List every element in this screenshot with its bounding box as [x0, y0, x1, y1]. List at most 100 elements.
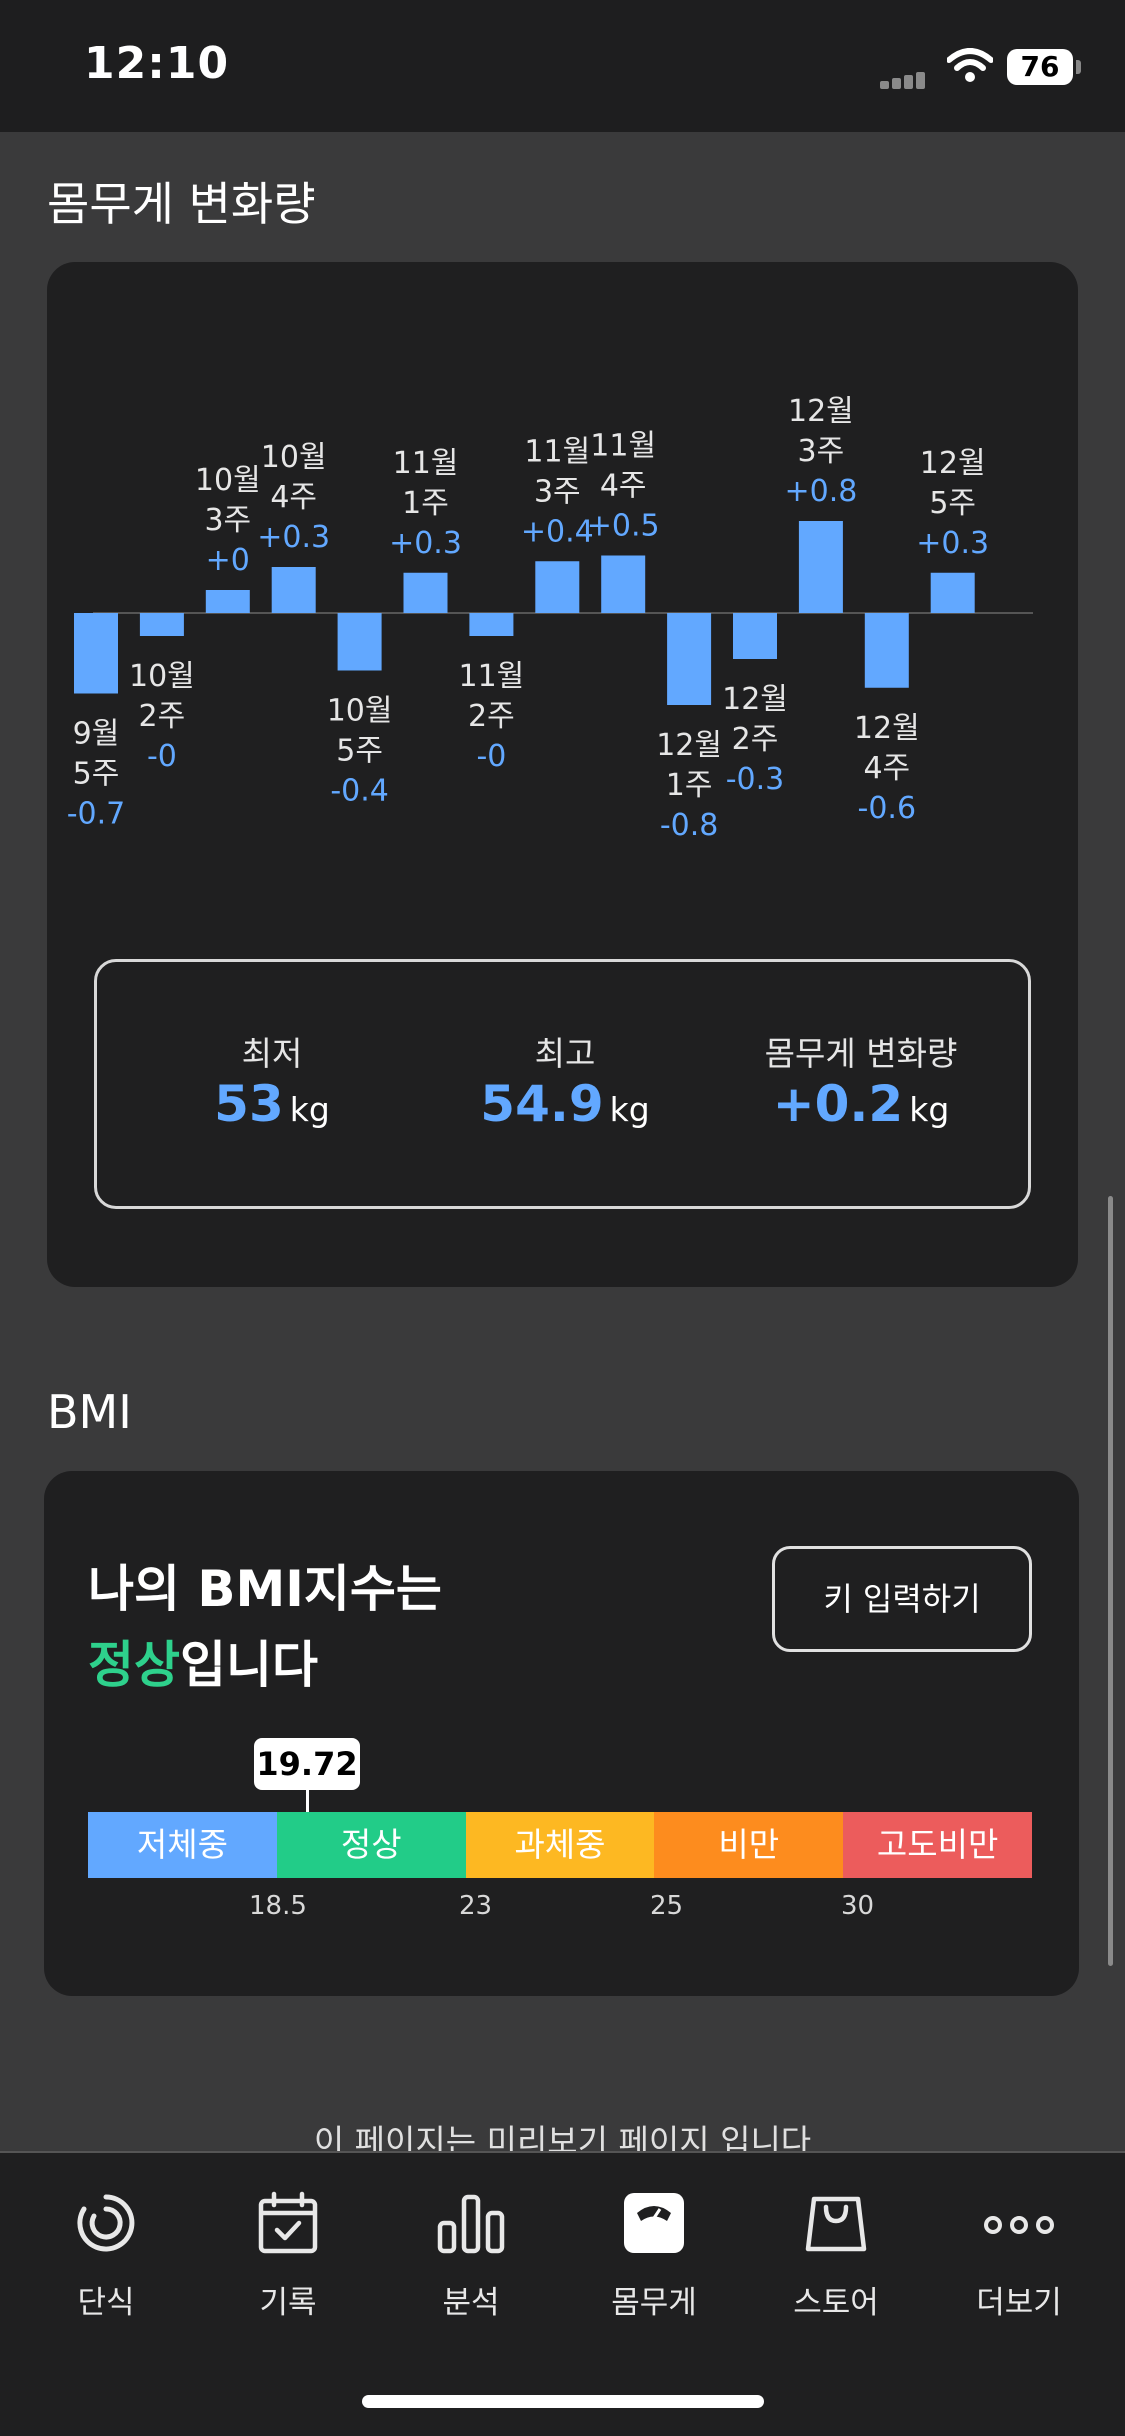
stat-change-unit: kg [909, 1090, 950, 1129]
weight-chart-card: 9월 5주 -0.7 10월 2주 -0 10월 3주 +0 10월 4주 +0.3 10월 5주 -0.4… [47, 262, 1078, 1287]
stat-min: 최저 53 kg [122, 1027, 422, 1133]
tab-record-label: 기록 [259, 2285, 317, 2321]
tab-weight-label: 몸무게 [611, 2285, 697, 2321]
stat-change-value: +0.2 [772, 1075, 904, 1133]
stat-min-value: 53 [214, 1075, 284, 1133]
chart-category-label: 11월 [590, 429, 656, 464]
bmi-card: 나의 BMI지수는 정상입니다 키 입력하기 19.72 저체중 정상 과체중 … [44, 1471, 1079, 1996]
chart-category-label: 1주 [666, 768, 713, 803]
bmi-headline: 나의 BMI지수는 정상입니다 [88, 1551, 442, 1703]
height-input-button[interactable]: 키 입력하기 [772, 1546, 1032, 1652]
weight-change-chart: 9월 5주 -0.7 10월 2주 -0 10월 3주 +0 10월 4주 +0.3 10월 5주 -0.4… [67, 394, 1033, 843]
tab-store[interactable]: 스토어 [756, 2191, 916, 2322]
tab-record[interactable]: 기록 [208, 2191, 368, 2322]
chart-value-label: -0.4 [330, 774, 389, 809]
stat-max: 최고 54.9 kg [415, 1027, 715, 1133]
chart-category-label: 2주 [468, 699, 515, 734]
status-bar: 12:10 76 [0, 0, 1125, 132]
bmi-segment-normal: 정상 [276, 1812, 466, 1878]
bmi-segment-severe-obese: 고도비만 [843, 1812, 1032, 1878]
stat-min-unit: kg [289, 1090, 330, 1129]
chart-category-label: 11월 [393, 446, 459, 481]
chart-bar [205, 590, 250, 613]
home-indicator[interactable] [362, 2395, 764, 2408]
bmi-segment-obese: 비만 [654, 1812, 844, 1878]
bmi-tick: 25 [650, 1891, 684, 1921]
chart-category-label: 5주 [336, 734, 383, 769]
chart-category-label: 2주 [139, 699, 186, 734]
stat-min-label: 최저 [241, 1034, 303, 1073]
chart-value-label: -0.3 [726, 762, 785, 797]
chart-category-label: 12월 [656, 728, 722, 763]
chart-value-label: -0.7 [67, 797, 126, 832]
tab-fasting[interactable]: 단식 [26, 2191, 186, 2322]
chart-category-label: 10월 [261, 440, 327, 475]
tab-analysis[interactable]: 분석 [391, 2191, 551, 2322]
stat-change-label: 몸무게 변화량 [764, 1034, 958, 1073]
chart-category-label: 1주 [402, 486, 449, 521]
bmi-segment-overweight: 과체중 [465, 1812, 655, 1878]
chart-category-label: 11월 [459, 659, 525, 694]
chart-category-label: 12월 [722, 682, 788, 717]
battery-cap [1076, 60, 1081, 74]
status-time: 12:10 [84, 38, 230, 89]
chart-value-label: +0.5 [587, 509, 660, 544]
stat-max-value: 54.9 [480, 1075, 604, 1133]
chart-bar [667, 613, 712, 705]
bmi-status: 정상 [88, 1636, 180, 1694]
chart-category-label: 5주 [73, 757, 120, 792]
chart-category-label: 12월 [854, 711, 920, 746]
stat-max-unit: kg [609, 1090, 650, 1129]
stat-change: 몸무게 변화량 +0.2 kg [711, 1027, 1011, 1133]
chart-category-label: 10월 [195, 463, 261, 498]
chart-bar [601, 555, 646, 613]
chart-category-label: 12월 [920, 446, 986, 481]
chart-category-label: 10월 [129, 659, 195, 694]
chart-value-label: -0.8 [660, 808, 719, 843]
weight-stats-box: 최저 53 kg 최고 54.9 kg 몸무게 변화량 +0.2 kg [94, 959, 1031, 1209]
chart-category-label: 10월 [327, 694, 393, 729]
chart-value-label: +0 [206, 543, 250, 578]
shopping-bag-icon [805, 2196, 867, 2252]
bmi-headline-prefix: 나의 BMI지수는 [88, 1560, 442, 1618]
tab-store-label: 스토어 [793, 2285, 879, 2321]
chart-bar [864, 613, 909, 688]
chart-value-label: -0 [476, 739, 506, 774]
chart-category-label: 5주 [929, 486, 976, 521]
chart-bar [337, 613, 382, 671]
chart-bar [930, 572, 975, 613]
chart-bar [469, 613, 514, 636]
chart-category-label: 3주 [204, 503, 251, 538]
chart-bar [139, 613, 184, 636]
bmi-marker-pointer [306, 1789, 309, 1813]
chart-category-label: 12월 [788, 394, 854, 429]
chart-value-label: -0.6 [858, 791, 917, 826]
tab-more-label: 더보기 [976, 2285, 1062, 2321]
bmi-section-title: BMI [47, 1385, 132, 1439]
chart-value-label: +0.4 [521, 514, 594, 549]
chart-bar [733, 613, 777, 659]
chart-bar [798, 521, 843, 613]
bmi-value-marker: 19.72 [254, 1738, 360, 1790]
stat-max-label: 최고 [534, 1034, 596, 1073]
chart-value-label: -0 [147, 739, 177, 774]
chart-category-label: 4주 [600, 469, 647, 504]
chart-bar [271, 567, 316, 613]
timer-icon [77, 2194, 135, 2252]
calendar-check-icon [258, 2191, 318, 2254]
tab-more[interactable]: 더보기 [939, 2191, 1099, 2322]
chart-value-label: +0.3 [257, 520, 330, 555]
chart-category-label: 3주 [798, 434, 845, 469]
chart-bar [535, 561, 580, 613]
wifi-icon [946, 48, 994, 88]
bmi-status-suffix: 입니다 [180, 1636, 318, 1694]
chart-category-label: 2주 [732, 722, 779, 757]
chart-category-label: 9월 [73, 717, 120, 752]
scrollbar[interactable] [1108, 1196, 1113, 1966]
more-icon [984, 2216, 1054, 2234]
tab-analysis-label: 분석 [442, 2285, 500, 2321]
chart-category-label: 11월 [524, 434, 590, 469]
scale-icon [624, 2193, 684, 2253]
bmi-tick: 30 [841, 1891, 875, 1921]
tab-weight[interactable]: 몸무게 [574, 2191, 734, 2322]
